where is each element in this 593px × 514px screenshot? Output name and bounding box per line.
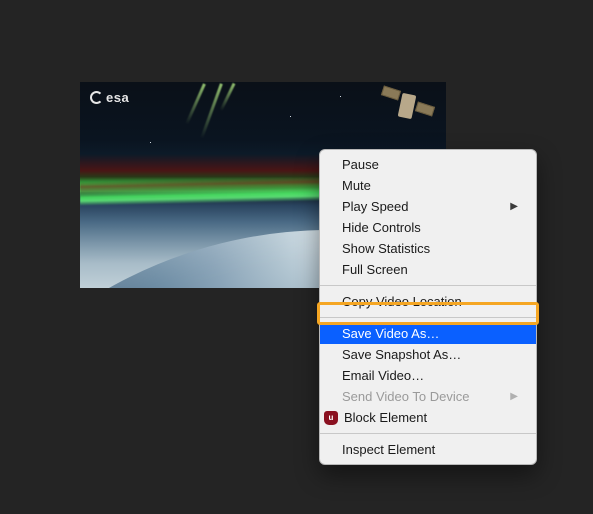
esa-logo-text: esa bbox=[106, 90, 129, 105]
video-context-menu: Pause Mute Play Speed ▶ Hide Controls Sh… bbox=[319, 149, 537, 465]
menu-item-send-video-to-device: Send Video To Device ▶ bbox=[320, 386, 536, 407]
menu-item-hide-controls[interactable]: Hide Controls bbox=[320, 217, 536, 238]
ublock-icon: u bbox=[324, 411, 338, 425]
menu-item-show-statistics[interactable]: Show Statistics bbox=[320, 238, 536, 259]
submenu-arrow-icon: ▶ bbox=[510, 388, 518, 405]
menu-item-copy-video-location[interactable]: Copy Video Location bbox=[320, 291, 536, 312]
menu-separator bbox=[320, 433, 536, 434]
esa-logo: esa bbox=[90, 90, 129, 105]
menu-separator bbox=[320, 317, 536, 318]
menu-label: Mute bbox=[342, 177, 371, 194]
aurora-tendril bbox=[200, 83, 223, 139]
menu-item-save-video-as[interactable]: Save Video As… bbox=[320, 323, 536, 344]
menu-item-inspect-element[interactable]: Inspect Element bbox=[320, 439, 536, 460]
star-graphic bbox=[150, 142, 151, 143]
menu-item-play-speed[interactable]: Play Speed ▶ bbox=[320, 196, 536, 217]
menu-item-pause[interactable]: Pause bbox=[320, 154, 536, 175]
menu-item-save-snapshot-as[interactable]: Save Snapshot As… bbox=[320, 344, 536, 365]
submenu-arrow-icon: ▶ bbox=[510, 198, 518, 215]
menu-separator bbox=[320, 285, 536, 286]
menu-label: Save Video As… bbox=[342, 325, 439, 342]
menu-item-mute[interactable]: Mute bbox=[320, 175, 536, 196]
menu-label: Play Speed bbox=[342, 198, 409, 215]
star-graphic bbox=[340, 96, 341, 97]
menu-item-full-screen[interactable]: Full Screen bbox=[320, 259, 536, 280]
aurora-tendril bbox=[185, 83, 206, 124]
menu-label: Save Snapshot As… bbox=[342, 346, 461, 363]
satellite-graphic bbox=[380, 82, 438, 134]
menu-item-block-element[interactable]: u Block Element bbox=[320, 407, 536, 428]
menu-label: Copy Video Location bbox=[342, 293, 462, 310]
aurora-tendril bbox=[220, 83, 236, 111]
menu-label: Full Screen bbox=[342, 261, 408, 278]
menu-label: Send Video To Device bbox=[342, 388, 469, 405]
menu-label: Email Video… bbox=[342, 367, 424, 384]
menu-label: Show Statistics bbox=[342, 240, 430, 257]
menu-label: Hide Controls bbox=[342, 219, 421, 236]
menu-item-email-video[interactable]: Email Video… bbox=[320, 365, 536, 386]
star-graphic bbox=[290, 116, 291, 117]
menu-label: Block Element bbox=[344, 409, 427, 426]
menu-label: Inspect Element bbox=[342, 441, 435, 458]
menu-label: Pause bbox=[342, 156, 379, 173]
esa-logo-icon bbox=[90, 91, 103, 104]
